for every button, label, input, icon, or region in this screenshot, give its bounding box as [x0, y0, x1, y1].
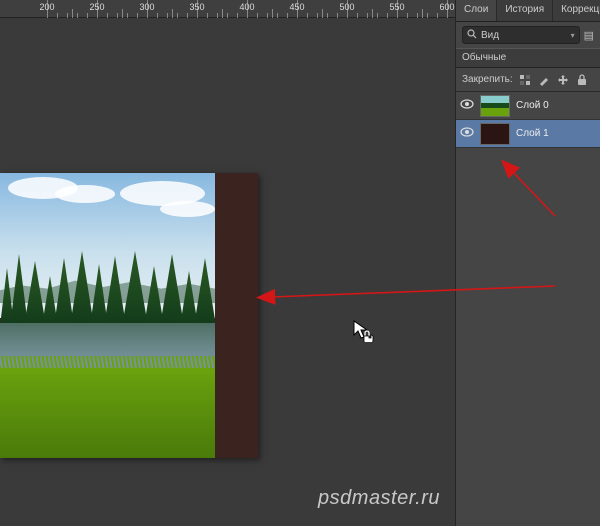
ruler-number: 350	[189, 2, 204, 12]
panel-tab-история[interactable]: История	[497, 0, 553, 21]
layer-name-label[interactable]: Слой 0	[516, 100, 549, 111]
ruler-number: 600	[439, 2, 454, 12]
panel-tab-коррекция[interactable]: Коррекция	[553, 0, 600, 21]
ruler-number: 250	[89, 2, 104, 12]
layer-thumbnail[interactable]	[480, 123, 510, 145]
panel-tabs: СлоиИсторияКоррекция	[456, 0, 600, 22]
ruler-number: 300	[139, 2, 154, 12]
panel-tab-слои[interactable]: Слои	[456, 0, 497, 21]
horizontal-ruler: 200 250 300 350 400 450 500 550 600	[0, 0, 455, 18]
lock-pixels-icon[interactable]	[518, 73, 532, 87]
layer-row[interactable]: Слой 1	[456, 120, 600, 148]
layer-thumbnail[interactable]	[480, 95, 510, 117]
ruler-number: 500	[339, 2, 354, 12]
layer-name-label[interactable]: Слой 1	[516, 128, 549, 139]
lock-all-icon[interactable]	[575, 73, 589, 87]
visibility-toggle-icon[interactable]	[460, 127, 474, 140]
visibility-toggle-icon[interactable]	[460, 99, 474, 112]
lock-row: Закрепить:	[456, 68, 600, 92]
watermark-text: psdmaster.ru	[318, 487, 440, 510]
canvas-area[interactable]	[0, 18, 455, 526]
layer-filter-label: Вид	[481, 30, 499, 41]
layers-panel: СлоиИсторияКоррекция Вид ▾ ▤ Обычные Зак…	[455, 0, 600, 526]
chevron-down-icon: ▾	[571, 31, 575, 40]
ruler-number: 450	[289, 2, 304, 12]
lock-label: Закрепить:	[462, 74, 513, 85]
blend-mode-header[interactable]: Обычные	[456, 48, 600, 68]
ruler-number: 200	[39, 2, 54, 12]
ruler-number: 550	[389, 2, 404, 12]
layer-row[interactable]: Слой 0	[456, 92, 600, 120]
layer-filter-select[interactable]: Вид ▾	[462, 26, 580, 44]
image-layer	[0, 173, 215, 458]
ruler-number: 400	[239, 2, 254, 12]
document[interactable]	[0, 173, 258, 458]
lock-brush-icon[interactable]	[537, 73, 551, 87]
search-icon	[467, 29, 477, 42]
lock-move-icon[interactable]	[556, 73, 570, 87]
layers-list: Слой 0 Слой 1	[456, 92, 600, 148]
panel-menu-icon[interactable]: ▤	[584, 29, 594, 42]
